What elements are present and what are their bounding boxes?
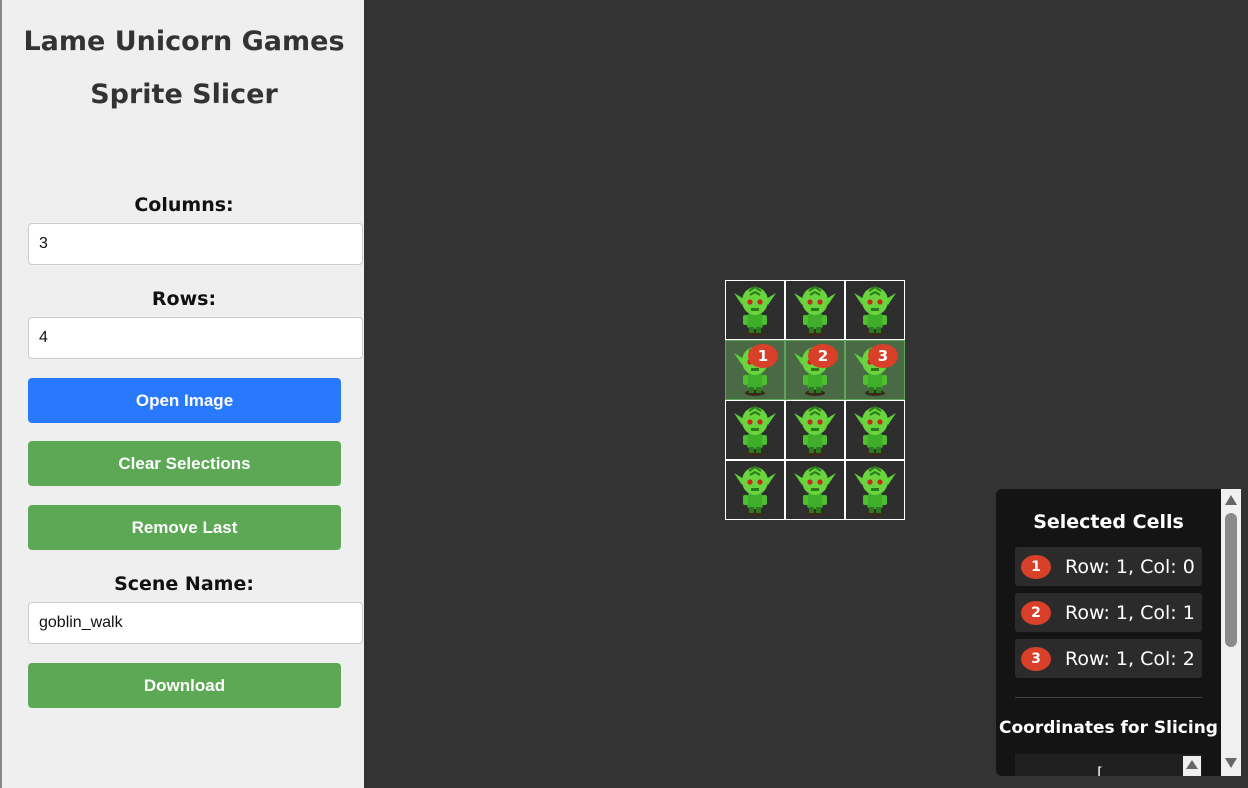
coordinates-output[interactable]: [ (1015, 754, 1202, 776)
open-image-button[interactable]: Open Image (28, 378, 341, 423)
sprite-cell[interactable] (845, 280, 905, 340)
sprite-cell[interactable] (725, 280, 785, 340)
scene-name-label: Scene Name: (114, 573, 254, 595)
control-sidebar: Lame Unicorn Games Sprite Slicer Columns… (0, 0, 364, 788)
goblin-sprite-icon (854, 285, 896, 336)
panel-scrollbar[interactable] (1221, 489, 1241, 776)
rows-label: Rows: (151, 288, 217, 310)
selection-order-badge: 1 (748, 344, 778, 368)
sprite-cell[interactable] (845, 400, 905, 460)
selection-order-badge: 3 (1021, 646, 1051, 671)
app-title: Lame Unicorn Games (23, 26, 345, 57)
columns-input[interactable]: 3 (28, 223, 363, 265)
coordinates-title: Coordinates for Slicing (999, 718, 1218, 738)
chevron-up-icon (1186, 760, 1198, 769)
selected-cell-text: Row: 1, Col: 1 (1065, 601, 1195, 624)
selected-cell-item: 3 Row: 1, Col: 2 (1015, 639, 1202, 678)
selection-order-badge: 2 (1021, 600, 1051, 625)
goblin-sprite-icon (794, 465, 836, 516)
goblin-sprite-icon (734, 285, 776, 336)
goblin-sprite-icon (854, 405, 896, 456)
columns-label: Columns: (134, 194, 234, 216)
selected-cell-item: 1 Row: 1, Col: 0 (1015, 547, 1202, 586)
sprite-cell[interactable] (725, 400, 785, 460)
goblin-sprite-icon (794, 285, 836, 336)
goblin-sprite-icon (794, 405, 836, 456)
selection-order-badge: 3 (868, 344, 898, 368)
sprite-cell[interactable] (725, 460, 785, 520)
scroll-up-arrow-icon[interactable] (1225, 495, 1237, 505)
sprite-cell[interactable] (845, 460, 905, 520)
selection-order-badge: 2 (808, 344, 838, 368)
sprite-sheet-grid: 1 2 3 (725, 280, 905, 520)
sprite-cell[interactable] (785, 400, 845, 460)
app-subtitle: Sprite Slicer (90, 79, 278, 110)
sprite-cell[interactable]: 1 (725, 340, 785, 400)
selected-cell-text: Row: 1, Col: 0 (1065, 555, 1195, 578)
goblin-sprite-icon (734, 405, 776, 456)
selection-order-badge: 1 (1021, 554, 1051, 579)
goblin-sprite-icon (854, 465, 896, 516)
remove-last-button[interactable]: Remove Last (28, 505, 341, 550)
sprite-cell[interactable] (785, 460, 845, 520)
clear-selections-button[interactable]: Clear Selections (28, 441, 341, 486)
scrollbar-thumb[interactable] (1225, 513, 1237, 647)
selected-cells-panel: Selected Cells 1 Row: 1, Col: 0 2 Row: 1… (996, 489, 1241, 776)
rows-input[interactable]: 4 (28, 317, 363, 359)
selected-cell-text: Row: 1, Col: 2 (1065, 647, 1195, 670)
scene-name-input[interactable]: goblin_walk (28, 602, 363, 644)
selected-cells-title: Selected Cells (1033, 511, 1184, 533)
panel-divider (1015, 697, 1202, 698)
sprite-cell[interactable]: 3 (845, 340, 905, 400)
download-button[interactable]: Download (28, 663, 341, 708)
sprite-cell[interactable] (785, 280, 845, 340)
sprite-cell[interactable]: 2 (785, 340, 845, 400)
coordinates-scroll-up[interactable] (1183, 756, 1201, 776)
selected-cell-item: 2 Row: 1, Col: 1 (1015, 593, 1202, 632)
goblin-sprite-icon (734, 465, 776, 516)
scroll-down-arrow-icon[interactable] (1225, 758, 1237, 768)
